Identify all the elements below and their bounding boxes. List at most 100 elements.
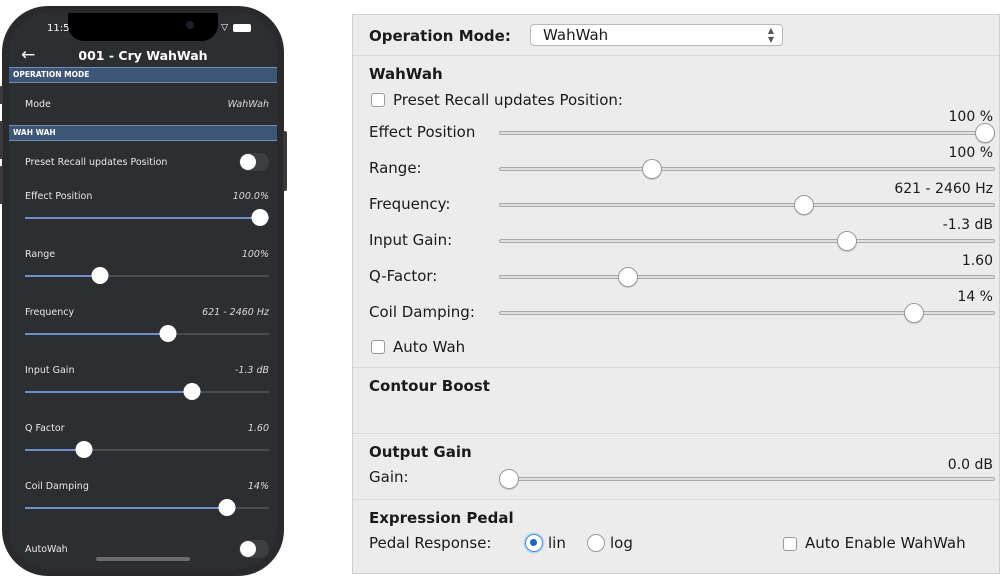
phone-mockup: 11:57 .... ▽ ← 001 - Cry WahWah OPERATIO…: [0, 6, 287, 576]
gain-label: Gain:: [369, 468, 409, 486]
desktop-slider-label: Effect Position: [369, 123, 476, 141]
mobile-slider-label: Range: [25, 248, 56, 260]
desktop-slider-value: 100 %: [948, 145, 993, 161]
mobile-slider-block: Range 100%: [9, 241, 277, 299]
phone-volume-down: [0, 166, 3, 204]
mobile-slider-block: Frequency 621 - 2460 Hz: [9, 299, 277, 357]
mobile-slider[interactable]: [25, 325, 269, 343]
gain-value: 0.0 dB: [947, 457, 993, 473]
mobile-slider-thumb[interactable]: [218, 499, 236, 516]
mobile-slider-list: Effect Position 100.0% Range 100% Frequency 6…: [9, 183, 277, 531]
pedal-response-log-radio[interactable]: [587, 534, 605, 552]
pedal-response-lin-radio[interactable]: [525, 534, 543, 552]
mobile-slider-row: Range 100%: [9, 241, 277, 267]
wahwah-heading: WahWah: [369, 65, 443, 83]
desktop-slider-label: Frequency:: [369, 195, 451, 213]
output-gain-heading: Output Gain: [369, 443, 472, 461]
mobile-slider[interactable]: [25, 441, 269, 459]
phone-mute-switch: [0, 86, 3, 104]
mobile-slider-label: Effect Position: [25, 190, 93, 202]
mobile-slider-block: Input Gain -1.3 dB: [9, 357, 277, 415]
mobile-slider-block: Effect Position 100.0%: [9, 183, 277, 241]
desktop-slider-thumb[interactable]: [836, 231, 857, 251]
desktop-slider-thumb[interactable]: [618, 267, 638, 287]
wahwah-section: WahWah Preset Recall updates Position: E…: [353, 55, 999, 368]
expression-pedal-heading: Expression Pedal: [369, 509, 514, 527]
wifi-icon: ▽: [221, 23, 228, 33]
desktop-slider-track[interactable]: [499, 131, 995, 135]
mobile-slider-fill: [25, 217, 269, 219]
mobile-slider-value: 100.0%: [232, 190, 269, 202]
mobile-slider-thumb[interactable]: [159, 325, 177, 342]
mobile-slider-value: 621 - 2460 Hz: [202, 306, 269, 318]
mobile-slider-row: Effect Position 100.0%: [9, 183, 277, 209]
autowah-label: AutoWah: [25, 543, 68, 555]
mobile-slider-row: Coil Damping 14%: [9, 473, 277, 499]
auto-enable-wahwah-checkbox[interactable]: [783, 537, 797, 551]
desktop-slider-thumb[interactable]: [903, 303, 924, 323]
mobile-slider[interactable]: [25, 209, 269, 227]
pedal-response-label: Pedal Response:: [369, 534, 492, 552]
mobile-slider-value: 100%: [241, 248, 269, 260]
mobile-slider[interactable]: [25, 499, 269, 517]
mobile-slider[interactable]: [25, 267, 269, 285]
desktop-slider-label: Coil Damping:: [369, 303, 475, 321]
phone-power-button: [283, 131, 287, 191]
desktop-slider-track[interactable]: [499, 167, 995, 171]
autowah-toggle[interactable]: [239, 540, 269, 558]
autowah-row: AutoWah: [9, 531, 277, 567]
desktop-slider-thumb[interactable]: [975, 123, 995, 143]
preset-recall-label: Preset Recall updates Position: [25, 156, 168, 168]
preset-recall-row: Preset Recall updates Position: [9, 141, 277, 183]
toggle-knob: [240, 541, 256, 557]
output-gain-section: Output Gain Gain: 0.0 dB: [353, 433, 999, 500]
mobile-slider-thumb[interactable]: [251, 209, 269, 226]
auto-wah-label: Auto Wah: [393, 338, 466, 356]
mobile-slider-value: -1.3 dB: [234, 364, 269, 376]
mobile-slider[interactable]: [25, 383, 269, 401]
mobile-slider-label: Frequency: [25, 306, 75, 318]
battery-icon: [233, 24, 251, 32]
mobile-slider-block: Q Factor 1.60: [9, 415, 277, 473]
settings-panel: Operation Mode: WahWah ▲ ▼ WahWah Preset …: [352, 14, 1000, 574]
desktop-slider-track[interactable]: [499, 203, 995, 207]
gain-slider-track[interactable]: [499, 477, 995, 481]
phone-volume-up: [0, 121, 3, 159]
mode-row[interactable]: Mode WahWah: [9, 83, 277, 125]
preset-recall-label: Preset Recall updates Position:: [393, 91, 623, 109]
mobile-slider-thumb[interactable]: [91, 267, 109, 284]
desktop-slider-value: 1.60: [961, 253, 993, 269]
desktop-slider-track[interactable]: [499, 239, 995, 243]
mobile-slider-label: Coil Damping: [25, 480, 89, 492]
home-indicator[interactable]: [96, 557, 190, 561]
desktop-slider-thumb[interactable]: [794, 195, 815, 215]
desktop-slider-value: 14 %: [957, 289, 993, 305]
gain-slider-thumb[interactable]: [499, 469, 519, 489]
section-header-wahwah: WAH WAH: [9, 125, 277, 141]
mobile-slider-block: Coil Damping 14%: [9, 473, 277, 531]
mobile-slider-label: Q Factor: [25, 422, 65, 434]
desktop-slider-thumb[interactable]: [641, 159, 662, 179]
operation-mode-select[interactable]: WahWah ▲ ▼: [530, 24, 783, 46]
back-arrow-icon[interactable]: ←: [21, 46, 35, 64]
toggle-knob: [240, 154, 256, 170]
section-header-operation-mode: OPERATION MODE: [9, 67, 277, 83]
preset-recall-toggle[interactable]: [239, 153, 269, 171]
desktop-slider-value: -1.3 dB: [942, 217, 993, 233]
mobile-slider-row: Frequency 621 - 2460 Hz: [9, 299, 277, 325]
pedal-response-log-label: log: [610, 534, 633, 552]
mobile-slider-fill: [25, 507, 235, 509]
mobile-slider-value: 1.60: [247, 422, 269, 434]
mobile-slider-thumb[interactable]: [75, 441, 93, 458]
auto-wah-checkbox[interactable]: [371, 340, 385, 354]
preset-recall-checkbox[interactable]: [371, 93, 385, 107]
mobile-slider-row: Q Factor 1.60: [9, 415, 277, 441]
mobile-slider-label: Input Gain: [25, 364, 75, 376]
operation-mode-section: Operation Mode: WahWah ▲ ▼: [353, 15, 999, 56]
camera-icon: [186, 21, 194, 29]
desktop-slider-track[interactable]: [499, 275, 995, 279]
desktop-slider-label: Input Gain:: [369, 231, 453, 249]
desktop-slider-label: Q-Factor:: [369, 267, 438, 285]
mobile-slider-thumb[interactable]: [183, 383, 201, 400]
contour-boost-heading: Contour Boost: [369, 377, 490, 395]
